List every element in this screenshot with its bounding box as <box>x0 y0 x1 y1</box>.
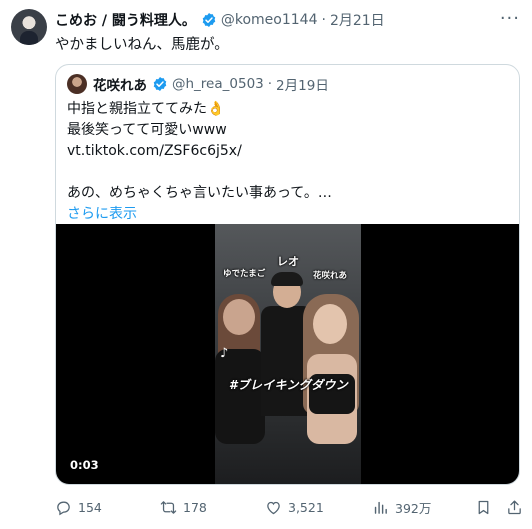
video-overlay-name: レオ <box>277 255 299 268</box>
quoted-separator: · <box>267 76 273 92</box>
repost-button[interactable]: 178 <box>160 497 207 517</box>
quoted-handle: @h_rea_0503 <box>172 76 264 92</box>
person-figure <box>223 299 255 335</box>
video-player[interactable]: ♪ レオ ゆでたまご 花咲れあ #ブレイキングダウン 0:03 <box>56 224 519 484</box>
quoted-tweet[interactable]: 花咲れあ @h_rea_0503 · 2月19日 中指と親指立ててみた👌 最後笑… <box>55 64 520 485</box>
author-avatar[interactable] <box>11 9 47 45</box>
like-button[interactable]: 3,521 <box>265 497 324 517</box>
quoted-line: 中指と親指立ててみた👌 <box>67 101 225 117</box>
reply-icon <box>57 501 70 515</box>
verified-badge-icon <box>202 13 216 27</box>
tweet-date[interactable]: 2月21日 <box>330 10 385 30</box>
video-frame: ♪ レオ ゆでたまご 花咲れあ #ブレイキングダウン <box>215 224 361 484</box>
repost-count: 178 <box>183 499 207 515</box>
bookmark-icon <box>478 500 489 514</box>
author-display-name[interactable]: こめお / 闘う料理人。 <box>55 10 196 30</box>
person-figure <box>271 272 303 286</box>
more-options-icon[interactable]: ··· <box>500 8 520 29</box>
video-overlay-hashtag: #ブレイキングダウン <box>229 378 348 392</box>
header-separator: · <box>321 12 326 28</box>
video-time: 0:03 <box>70 458 99 472</box>
quoted-line: 最後笑ってて可愛いwww <box>67 122 227 138</box>
quoted-line: あの、めちゃくちゃ言いたい事あって。… <box>67 185 332 201</box>
action-bar: 154 178 3,521 392万 <box>55 497 523 517</box>
quoted-verified-badge-icon <box>153 77 167 91</box>
quoted-line <box>67 162 332 183</box>
tiktok-logo-icon: ♪ <box>220 346 229 361</box>
views-count: 392万 <box>395 500 432 516</box>
quoted-header: 花咲れあ @h_rea_0503 · 2月19日 <box>67 74 329 94</box>
share-button[interactable] <box>506 497 523 517</box>
heart-icon <box>267 501 280 514</box>
tweet-header: こめお / 闘う料理人。 @komeo1144 · 2月21日 <box>55 10 385 30</box>
video-overlay-name: ゆでたまご <box>223 269 266 279</box>
person-figure <box>313 304 347 344</box>
reply-button[interactable]: 154 <box>55 497 102 517</box>
bookmark-button[interactable] <box>475 497 492 517</box>
author-handle[interactable]: @komeo1144 <box>221 12 318 28</box>
quoted-date: 2月19日 <box>276 78 329 94</box>
views-chart-icon <box>374 501 387 514</box>
quoted-avatar <box>67 74 87 94</box>
quoted-display-name: 花咲れあ <box>93 78 147 94</box>
quoted-text: 中指と親指立ててみた👌 最後笑ってて可愛いwww vt.tiktok.com/Z… <box>67 99 332 225</box>
like-count: 3,521 <box>288 499 324 515</box>
quoted-link[interactable]: vt.tiktok.com/ZSF6c6j5x/ <box>67 141 332 162</box>
share-icon <box>508 499 521 514</box>
views-button[interactable]: 392万 <box>372 497 431 517</box>
video-overlay-name: 花咲れあ <box>313 271 348 281</box>
show-more-link[interactable]: さらに表示 <box>67 204 332 225</box>
tweet-text: やかましいねん、馬鹿が。 <box>55 37 229 53</box>
repost-icon <box>160 500 177 514</box>
reply-count: 154 <box>78 499 102 515</box>
